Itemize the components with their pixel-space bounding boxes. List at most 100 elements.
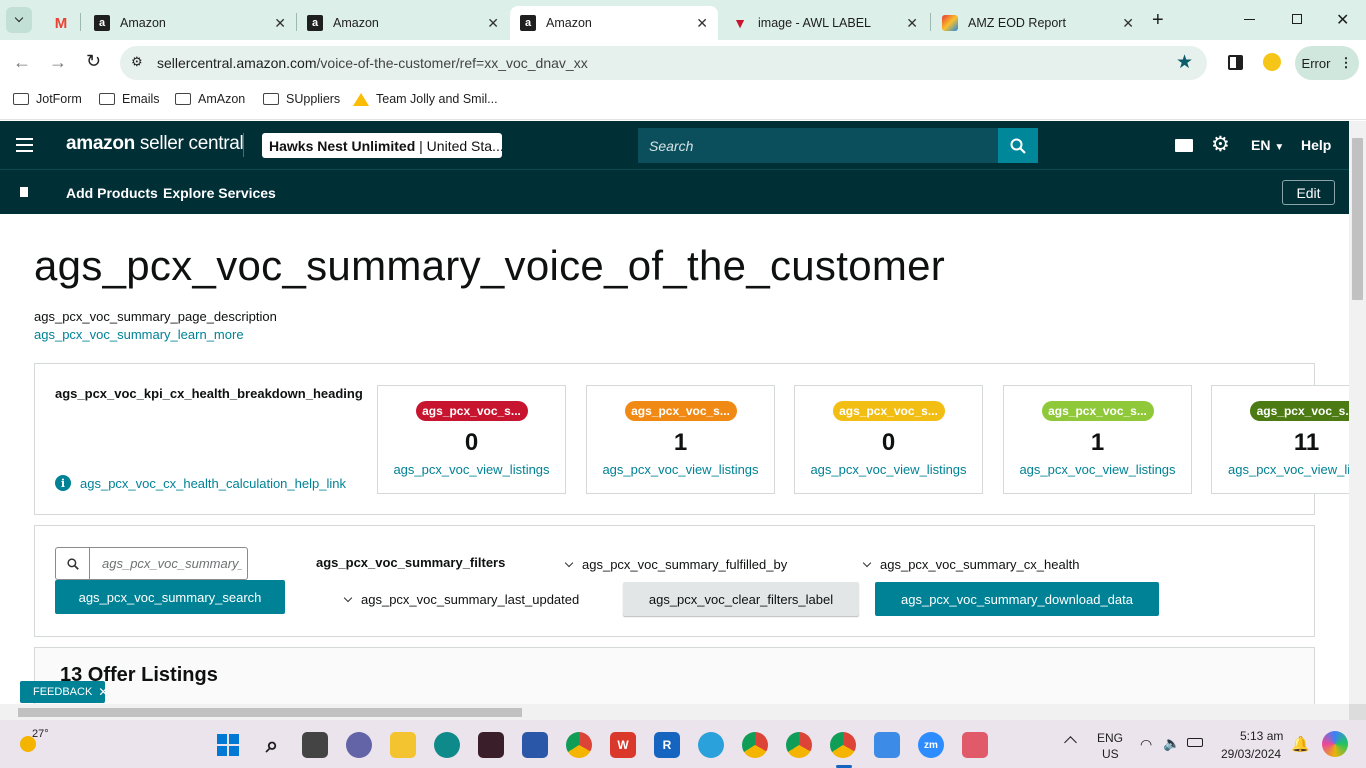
restore-icon[interactable] <box>1292 14 1302 24</box>
close-icon[interactable]: ✕ <box>274 15 286 32</box>
app-icon[interactable]: R <box>654 732 680 758</box>
dropdown-label: ags_pcx_voc_summary_cx_health <box>880 557 1080 572</box>
last-updated-dropdown[interactable]: ags_pcx_voc_summary_last_updated <box>343 592 579 607</box>
download-data-button[interactable]: ags_pcx_voc_summary_download_data <box>875 582 1159 616</box>
scroll-thumb[interactable] <box>18 708 522 717</box>
start-icon[interactable] <box>215 732 241 758</box>
bookmark-jotform[interactable]: JotForm <box>13 92 82 106</box>
close-icon[interactable]: ✕ <box>1122 15 1134 32</box>
tab-amazon-2[interactable]: a Amazon ✕ <box>297 6 509 40</box>
bookmark-star-icon[interactable]: ★ <box>1176 51 1193 74</box>
app-icon[interactable] <box>478 732 504 758</box>
chevron-up-icon[interactable] <box>1064 736 1077 749</box>
snipping-tool-icon[interactable] <box>962 732 988 758</box>
view-listings-link[interactable]: ags_pcx_voc_view_listings <box>1004 462 1191 477</box>
help-link[interactable]: Help <box>1301 137 1331 153</box>
app-icon[interactable] <box>522 732 548 758</box>
view-listings-link[interactable]: ags_pcx_voc_view_listings <box>587 462 774 477</box>
seller-search-input[interactable]: Search <box>638 128 998 163</box>
wifi-icon[interactable]: ◠ <box>1140 736 1152 753</box>
hamburger-menu-icon[interactable] <box>16 138 33 152</box>
file-explorer-icon[interactable] <box>390 732 416 758</box>
weather-widget[interactable]: 27° <box>18 728 52 760</box>
gear-icon[interactable]: ⚙ <box>1211 132 1230 157</box>
telegram-icon[interactable] <box>698 732 724 758</box>
bookmark-suppliers[interactable]: SUppliers <box>263 92 340 106</box>
feedback-button[interactable]: FEEDBACK ✕ <box>20 681 108 703</box>
address-bar[interactable]: ⚙ sellercentral.amazon.com/voice-of-the-… <box>120 46 1207 80</box>
cx-health-dropdown[interactable]: ags_pcx_voc_summary_cx_health <box>862 557 1080 572</box>
close-icon[interactable]: ✕ <box>906 15 918 32</box>
profile-error-button[interactable]: Error ⋮ <box>1295 46 1359 80</box>
bookmark-team-jolly[interactable]: Team Jolly and Smil... <box>353 92 498 106</box>
new-tab-icon[interactable]: + <box>1152 9 1164 32</box>
chrome-icon[interactable] <box>742 732 768 758</box>
tab-gmail[interactable]: M <box>44 6 78 40</box>
back-icon[interactable]: ← <box>13 52 31 73</box>
kpi-card-poor[interactable]: ags_pcx_voc_s... 1 ags_pcx_voc_view_list… <box>586 385 775 494</box>
clock-date[interactable]: 29/03/2024 <box>1221 747 1281 761</box>
vertical-scrollbar[interactable] <box>1349 121 1366 704</box>
nav-explore-services[interactable]: Explore Services <box>163 185 276 201</box>
tab-amazon-1[interactable]: a Amazon ✕ <box>84 6 296 40</box>
reload-icon[interactable]: ↻ <box>86 51 101 72</box>
minimize-icon[interactable] <box>1244 19 1255 20</box>
close-icon[interactable]: ✕ <box>696 15 708 32</box>
tab-awl-label[interactable]: ▼ image - AWL LABEL ✕ <box>722 6 928 40</box>
side-panel-icon[interactable] <box>1228 55 1243 70</box>
clear-filters-button[interactable]: ags_pcx_voc_clear_filters_label <box>623 582 859 616</box>
nav-add-products[interactable]: Add Products <box>66 185 158 201</box>
close-icon[interactable]: ✕ <box>98 685 108 699</box>
learn-more-link[interactable]: ags_pcx_voc_summary_learn_more <box>34 327 244 342</box>
wps-icon[interactable]: W <box>610 732 636 758</box>
task-view-icon[interactable] <box>302 732 328 758</box>
chrome-icon[interactable] <box>566 732 592 758</box>
view-listings-link[interactable]: ags_pcx_voc_view_listings <box>795 462 982 477</box>
horizontal-scrollbar[interactable] <box>0 704 1349 720</box>
clock-time[interactable]: 5:13 am <box>1240 729 1283 743</box>
chevron-down-icon <box>343 593 353 602</box>
copilot-icon[interactable] <box>1322 731 1348 757</box>
chat-icon[interactable] <box>346 732 372 758</box>
view-listings-link[interactable]: ags_pcx_voc_view_li <box>1228 462 1349 477</box>
seller-search-button[interactable] <box>998 128 1038 163</box>
kpi-help-link[interactable]: i ags_pcx_voc_cx_health_calculation_help_… <box>55 475 346 491</box>
close-icon[interactable]: ✕ <box>487 15 499 32</box>
edit-nav-button[interactable]: Edit <box>1282 180 1335 205</box>
language-line1[interactable]: ENG <box>1097 731 1123 745</box>
edge-icon[interactable] <box>434 732 460 758</box>
chrome-icon[interactable] <box>786 732 812 758</box>
scroll-thumb[interactable] <box>1352 138 1363 300</box>
site-settings-icon[interactable]: ⚙ <box>131 54 143 70</box>
store-selector[interactable]: Hawks Nest Unlimited | United Sta... <box>262 133 502 158</box>
notepad-icon[interactable] <box>874 732 900 758</box>
fulfilled-by-dropdown[interactable]: ags_pcx_voc_summary_fulfilled_by <box>564 557 787 572</box>
chrome-icon[interactable] <box>830 732 856 758</box>
kpi-card-excellent[interactable]: ags_pcx_voc_s... 11 ags_pcx_voc_view_li <box>1211 385 1349 494</box>
notification-bell-icon[interactable]: 🔔 <box>1291 735 1310 753</box>
seller-central-logo[interactable]: amazon seller central <box>66 133 244 155</box>
language-line2[interactable]: US <box>1102 747 1119 761</box>
kpi-card-good[interactable]: ags_pcx_voc_s... 1 ags_pcx_voc_view_list… <box>1003 385 1192 494</box>
mail-icon[interactable] <box>1175 139 1193 152</box>
tab-amazon-active[interactable]: a Amazon ✕ <box>510 6 718 40</box>
search-button[interactable]: ags_pcx_voc_summary_search <box>55 580 285 614</box>
zoom-icon[interactable]: zm <box>918 732 944 758</box>
forward-icon[interactable]: → <box>49 52 67 73</box>
bookmark-emails[interactable]: Emails <box>99 92 160 106</box>
extension-icon[interactable] <box>1263 53 1281 71</box>
search-icon[interactable]: ⌕ <box>259 732 285 758</box>
view-listings-link[interactable]: ags_pcx_voc_view_listings <box>378 462 565 477</box>
bookmark-amazon[interactable]: AmAzon <box>175 92 245 106</box>
tab-search-button[interactable] <box>6 7 32 33</box>
listing-search-input[interactable]: ags_pcx_voc_summary_ <box>55 547 248 580</box>
tab-amz-eod-report[interactable]: AMZ EOD Report ✕ <box>932 6 1144 40</box>
language-selector[interactable]: EN ▼ <box>1251 137 1284 153</box>
kpi-card-very-poor[interactable]: ags_pcx_voc_s... 0 ags_pcx_voc_view_list… <box>377 385 566 494</box>
window-close-icon[interactable]: ✕ <box>1336 10 1349 30</box>
kpi-card-fair[interactable]: ags_pcx_voc_s... 0 ags_pcx_voc_view_list… <box>794 385 983 494</box>
volume-icon[interactable]: 🔈 <box>1163 735 1180 752</box>
battery-icon[interactable] <box>1187 738 1203 747</box>
url-path: /voice-of-the-customer/ref=xx_voc_dnav_x… <box>316 55 588 71</box>
bookmark-icon[interactable] <box>20 187 28 197</box>
